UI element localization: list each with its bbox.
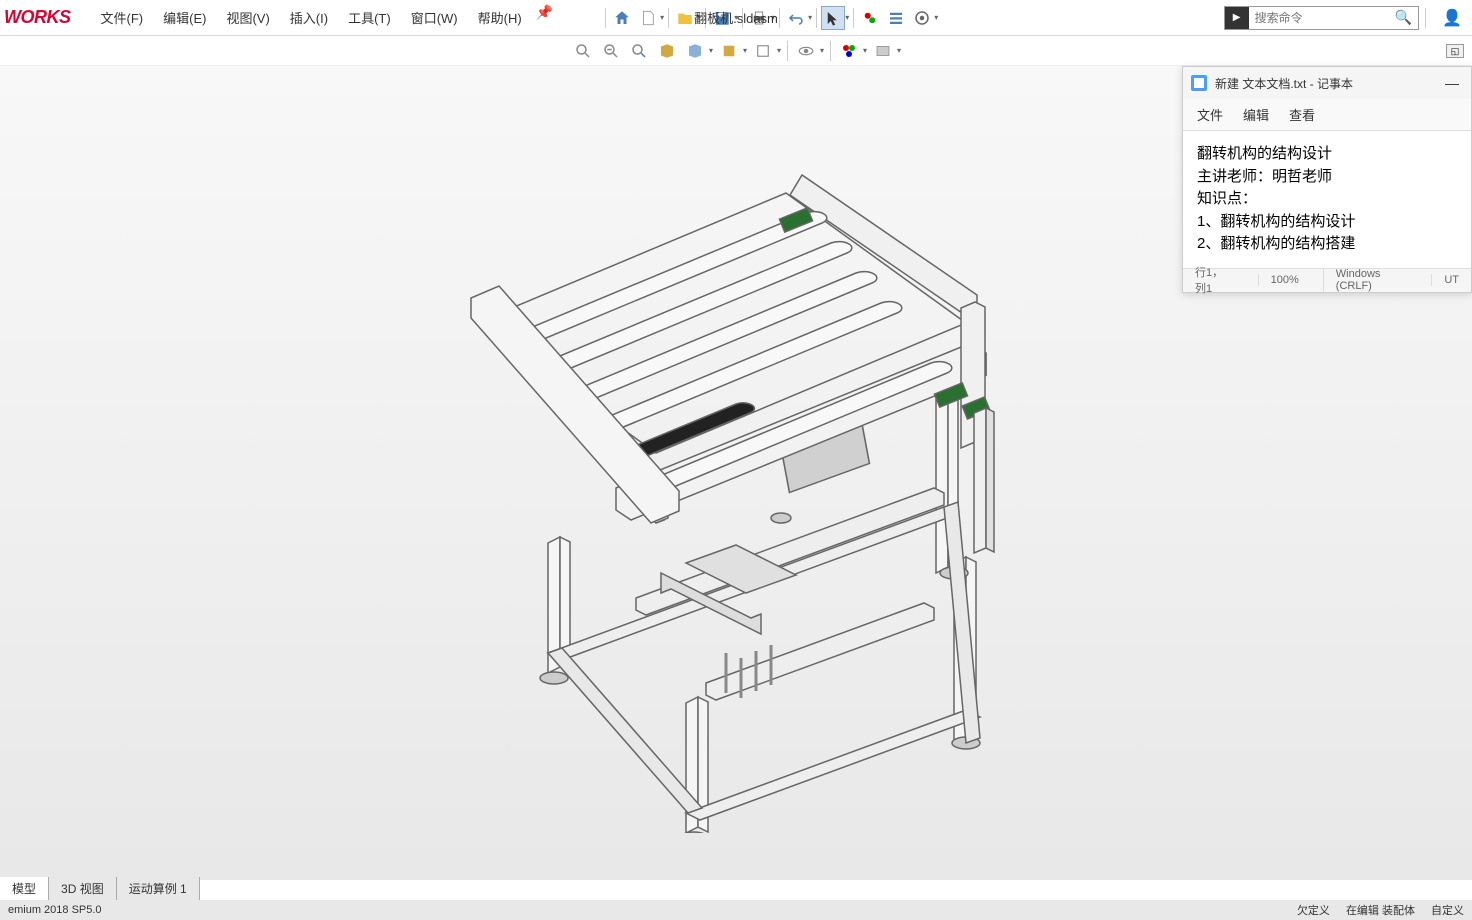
toolbar-separator: [779, 8, 780, 28]
pin-icon[interactable]: 📌: [536, 4, 553, 31]
dropdown-arrow-icon[interactable]: ▾: [897, 46, 901, 55]
toolbar-separator: [816, 8, 817, 28]
expand-panel-button[interactable]: ◱: [1446, 44, 1464, 58]
notepad-window: 新建 文本文档.txt - 记事本 — 文件 编辑 查看 翻转机构的结构设计 主…: [1182, 66, 1472, 293]
document-title: 翻板机.sldasm: [694, 8, 778, 27]
home-button[interactable]: [610, 6, 634, 30]
notepad-line-ending: Windows (CRLF): [1323, 268, 1408, 292]
minimize-button[interactable]: —: [1441, 75, 1463, 91]
app-logo: WORKS: [4, 7, 91, 28]
menu-window[interactable]: 窗口(W): [401, 4, 468, 31]
toolbar-separator: [1425, 8, 1426, 28]
search-area: ▶ 🔍 👤: [1224, 6, 1464, 30]
menu-edit[interactable]: 编辑(E): [153, 4, 216, 31]
notepad-title-bar[interactable]: 新建 文本文档.txt - 记事本 —: [1183, 67, 1471, 99]
section-view-button[interactable]: [655, 39, 679, 63]
notepad-menu-bar: 文件 编辑 查看: [1183, 99, 1471, 131]
user-icon[interactable]: 👤: [1440, 6, 1464, 30]
dropdown-arrow-icon[interactable]: ▾: [743, 46, 747, 55]
tab-3d-view[interactable]: 3D 视图: [49, 877, 117, 900]
notepad-menu-view[interactable]: 查看: [1289, 105, 1315, 124]
scene-button[interactable]: [871, 39, 895, 63]
menu-help[interactable]: 帮助(H): [468, 4, 532, 31]
view-toolbar: ▾ ▾ ▾ ▾ ▾ ▾: [0, 36, 1472, 66]
notepad-menu-file[interactable]: 文件: [1197, 105, 1223, 124]
toolbar-separator: [668, 8, 669, 28]
search-input[interactable]: [1249, 8, 1389, 28]
dropdown-arrow-icon[interactable]: ▾: [777, 46, 781, 55]
menu-view[interactable]: 视图(V): [216, 4, 279, 31]
3d-model-render: [376, 113, 1096, 833]
previous-view-button[interactable]: [627, 39, 651, 63]
search-play-icon[interactable]: ▶: [1225, 7, 1249, 29]
settings-button[interactable]: [910, 6, 934, 30]
toolbar-separator: [605, 8, 606, 28]
status-right: 欠定义 在编辑 装配体 自定义: [1297, 902, 1464, 918]
notepad-cursor-position: 行1，列1: [1195, 264, 1234, 296]
notepad-content[interactable]: 翻转机构的结构设计 主讲老师：明哲老师 知识点： 1、翻转机构的结构设计 2、翻…: [1183, 131, 1471, 268]
appearance-button[interactable]: [837, 39, 861, 63]
display-style-button[interactable]: [717, 39, 741, 63]
dropdown-arrow-icon[interactable]: ▾: [863, 46, 867, 55]
zoom-fit-button[interactable]: [571, 39, 595, 63]
zoom-area-button[interactable]: [599, 39, 623, 63]
status-bar: emium 2018 SP5.0 欠定义 在编辑 装配体 自定义: [0, 900, 1472, 920]
options-button[interactable]: [884, 6, 908, 30]
status-custom: 自定义: [1431, 902, 1464, 918]
menu-items-container: 文件(F) 编辑(E) 视图(V) 插入(I) 工具(T) 窗口(W) 帮助(H…: [91, 4, 554, 31]
notepad-app-icon: [1191, 75, 1207, 91]
tab-model[interactable]: 模型: [0, 877, 49, 900]
undo-button[interactable]: [784, 6, 808, 30]
status-editing: 在编辑 装配体: [1346, 902, 1415, 918]
menu-file[interactable]: 文件(F): [91, 4, 154, 31]
menu-insert[interactable]: 插入(I): [280, 4, 338, 31]
search-icon[interactable]: 🔍: [1389, 9, 1418, 26]
main-viewport-area: 新建 文本文档.txt - 记事本 — 文件 编辑 查看 翻转机构的结构设计 主…: [0, 66, 1472, 880]
bottom-tabs: 模型 3D 视图 运动算例 1: [0, 877, 200, 900]
dropdown-arrow-icon[interactable]: ▾: [934, 13, 938, 22]
tab-motion-study[interactable]: 运动算例 1: [117, 877, 200, 900]
notepad-encoding: UT: [1431, 274, 1459, 286]
select-button[interactable]: [821, 6, 845, 30]
main-menu-bar: WORKS 文件(F) 编辑(E) 视图(V) 插入(I) 工具(T) 窗口(W…: [0, 0, 1472, 36]
notepad-title-text: 新建 文本文档.txt - 记事本: [1215, 75, 1433, 92]
notepad-menu-edit[interactable]: 编辑: [1243, 105, 1269, 124]
version-label: emium 2018 SP5.0: [8, 904, 102, 916]
notepad-status-bar: 行1，列1 100% Windows (CRLF) UT: [1183, 268, 1471, 292]
dropdown-arrow-icon[interactable]: ▾: [808, 13, 812, 22]
dropdown-arrow-icon[interactable]: ▾: [845, 13, 849, 22]
new-document-button[interactable]: [636, 6, 660, 30]
toolbar-separator: [830, 41, 831, 61]
view-orientation-button[interactable]: [683, 39, 707, 63]
search-container: ▶ 🔍: [1224, 6, 1419, 30]
hide-show-button[interactable]: [751, 39, 775, 63]
rebuild-button[interactable]: [858, 6, 882, 30]
dropdown-arrow-icon[interactable]: ▾: [820, 46, 824, 55]
toolbar-separator: [853, 8, 854, 28]
notepad-zoom: 100%: [1258, 274, 1299, 286]
menu-tools[interactable]: 工具(T): [338, 4, 401, 31]
dropdown-arrow-icon[interactable]: ▾: [709, 46, 713, 55]
toolbar-separator: [787, 41, 788, 61]
status-definition: 欠定义: [1297, 902, 1330, 918]
dropdown-arrow-icon[interactable]: ▾: [660, 13, 664, 22]
visibility-button[interactable]: [794, 39, 818, 63]
